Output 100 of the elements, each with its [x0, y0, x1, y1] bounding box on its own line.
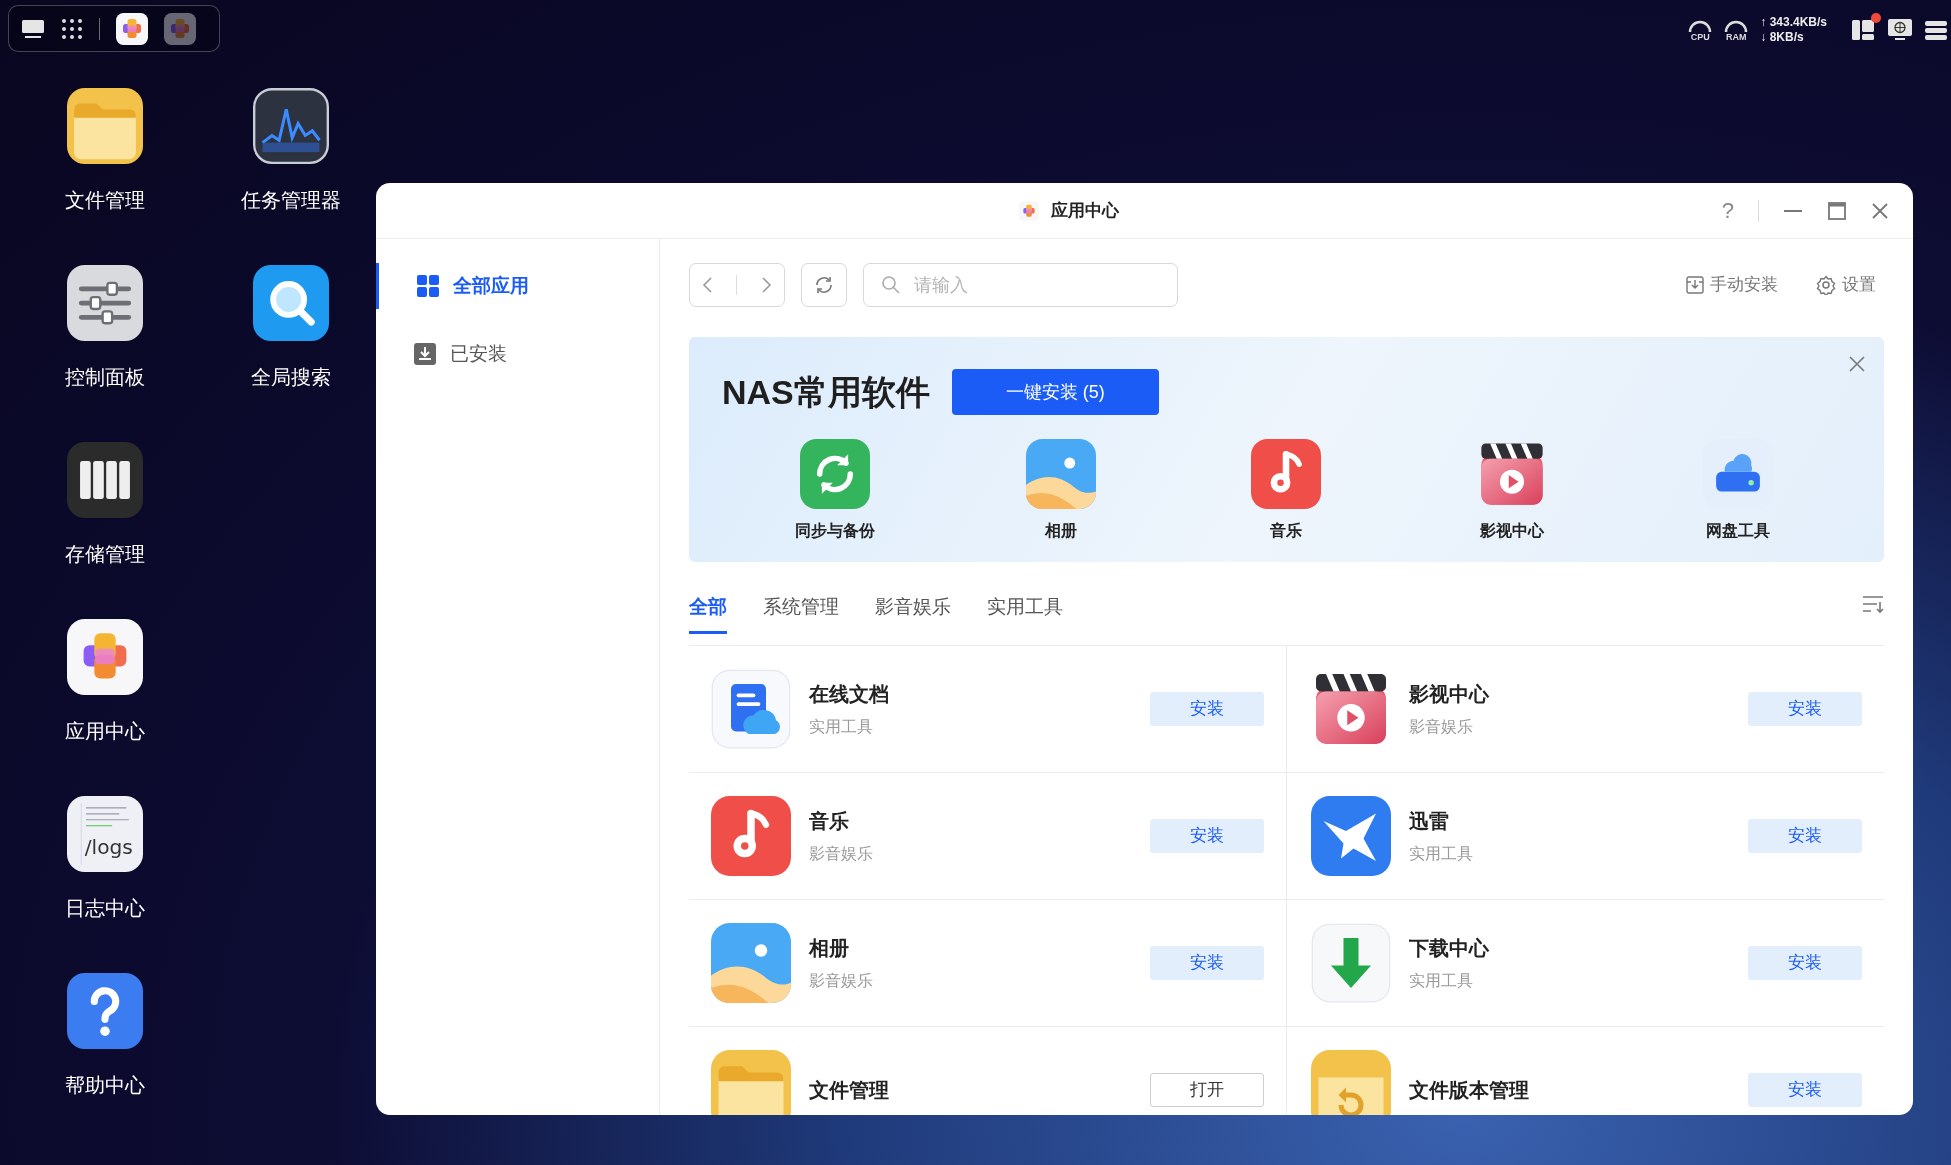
app-name: 在线文档: [809, 682, 890, 707]
app-category: 实用工具: [1408, 971, 1474, 991]
install-box-icon: [1686, 276, 1704, 294]
menu-icon[interactable]: [1925, 19, 1947, 41]
close-icon[interactable]: [1871, 201, 1889, 220]
app-tile[interactable]: [1310, 796, 1391, 876]
monitor-globe-icon[interactable]: [1887, 18, 1913, 42]
folder-icon: [711, 1050, 791, 1115]
desktop-shortcut[interactable]: [67, 619, 143, 695]
download-icon: [1310, 923, 1391, 1003]
search-icon: [253, 265, 329, 341]
install-button[interactable]: 安装: [1748, 819, 1862, 853]
taskbar-app[interactable]: [116, 12, 148, 45]
drives-icon: [67, 442, 143, 518]
sidebar-item[interactable]: 已安装: [376, 331, 659, 377]
app-tile[interactable]: [711, 1050, 791, 1115]
toolbar-action[interactable]: 设置: [1816, 272, 1876, 298]
app-tile[interactable]: [1025, 439, 1096, 509]
music-note-icon: [1251, 439, 1322, 509]
install-button[interactable]: 安装: [1748, 1073, 1862, 1107]
banner-title: NAS常用软件: [722, 375, 930, 409]
document-icon: [711, 669, 791, 749]
app-tile[interactable]: [711, 923, 791, 1003]
widgets-icon[interactable]: [1851, 19, 1875, 41]
app-name: 下载中心: [1408, 936, 1490, 961]
app-label: 影视中心: [1480, 521, 1545, 541]
app-label: 音乐: [1270, 521, 1303, 541]
shortcut-label: 日志中心: [65, 898, 145, 918]
maximize-icon[interactable]: [1827, 200, 1847, 221]
desktop-shortcut[interactable]: [253, 88, 329, 164]
shortcut-label: 文件管理: [65, 190, 145, 210]
app-blocks-icon: [67, 619, 143, 695]
app-name: 文件管理: [809, 1078, 890, 1103]
folder-icon: [67, 88, 143, 164]
music-note-icon: [711, 796, 791, 876]
app-tile[interactable]: [1310, 1050, 1391, 1115]
sidebar-item[interactable]: 全部应用: [376, 263, 659, 309]
desktop-shortcut[interactable]: [67, 442, 143, 518]
app-blocks-icon: [116, 12, 148, 45]
sliders-icon: [67, 265, 143, 341]
search-field[interactable]: 请输入: [863, 263, 1178, 307]
close-icon[interactable]: [1848, 355, 1866, 373]
category-tab[interactable]: 影音娱乐: [875, 584, 951, 634]
help-button[interactable]: ?: [1721, 199, 1734, 222]
landscape-icon: [1025, 439, 1096, 509]
shortcut-label: 任务管理器: [241, 190, 341, 210]
gauge-icon: [1724, 18, 1749, 33]
window-title: 应用中心: [1050, 199, 1119, 222]
shortcut-label: 应用中心: [65, 721, 145, 741]
desktop-shortcut[interactable]: [67, 88, 143, 164]
refresh-button[interactable]: [801, 263, 847, 307]
app-tile[interactable]: [711, 669, 791, 749]
app-tile[interactable]: [711, 796, 791, 876]
app-grid-icon[interactable]: [61, 17, 83, 40]
desktop-shortcut[interactable]: [253, 265, 329, 341]
desktop-shortcut[interactable]: [67, 265, 143, 341]
app-category: 影音娱乐: [809, 971, 874, 991]
gauge-label: RAM: [1726, 32, 1747, 42]
app-name: 文件版本管理: [1408, 1078, 1530, 1103]
forward-icon[interactable]: [759, 276, 774, 294]
install-button[interactable]: 安装: [1149, 819, 1264, 853]
desktop-shortcut[interactable]: /logs: [67, 796, 143, 872]
app-blocks-icon: [1018, 200, 1039, 221]
app-name: 音乐: [809, 809, 850, 834]
app-tile[interactable]: [1310, 923, 1391, 1003]
desktop-shortcut[interactable]: [67, 973, 143, 1049]
help-icon: [67, 973, 143, 1049]
sort-list-icon[interactable]: [1862, 594, 1884, 614]
install-button[interactable]: 安装: [1748, 692, 1862, 726]
app-name: 相册: [809, 936, 850, 961]
settings-icon: [1816, 275, 1836, 295]
app-name: 迅雷: [1408, 809, 1450, 834]
app-label: 相册: [1044, 521, 1077, 541]
logs-icon-text: /logs: [84, 835, 133, 860]
toolbar-action[interactable]: 手动安装: [1686, 272, 1778, 298]
shortcut-label: 存储管理: [65, 544, 145, 564]
install-button[interactable]: 安装: [1149, 692, 1264, 726]
open-button[interactable]: 打开: [1149, 1073, 1264, 1107]
app-category: 实用工具: [1408, 844, 1474, 864]
chart-icon: [253, 88, 329, 164]
install-button[interactable]: 安装: [1149, 946, 1264, 980]
app-tile[interactable]: [1251, 439, 1322, 509]
folder-icon: [1310, 1050, 1391, 1115]
category-tab[interactable]: 系统管理: [763, 584, 839, 634]
category-tab[interactable]: 全部: [689, 584, 727, 634]
upload-speed: ↑ 343.4KB/s: [1760, 15, 1827, 30]
category-tab[interactable]: 实用工具: [987, 584, 1063, 634]
app-blocks-icon: [164, 12, 196, 45]
gauge-icon: [1688, 18, 1713, 33]
app-tile[interactable]: [799, 439, 870, 509]
sync-icon: [799, 439, 870, 509]
install-all-button[interactable]: 一键安装 (5): [951, 369, 1159, 415]
shortcut-label: 控制面板: [65, 367, 145, 387]
app-name: 影视中心: [1408, 682, 1490, 707]
shortcut-label: 全局搜索: [251, 367, 331, 387]
desktop-icon[interactable]: [21, 18, 45, 39]
install-button[interactable]: 安装: [1748, 946, 1862, 980]
app-category: 实用工具: [809, 717, 874, 737]
download-icon: [414, 343, 436, 365]
back-icon[interactable]: [700, 276, 715, 294]
